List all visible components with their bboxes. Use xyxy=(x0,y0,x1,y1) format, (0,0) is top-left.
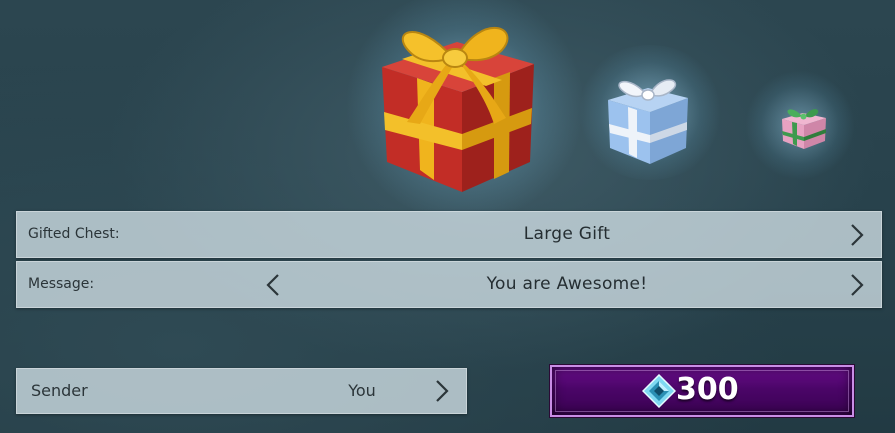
large-gift-icon[interactable] xyxy=(362,12,547,197)
gifted-chest-value: Large Gift xyxy=(523,224,611,244)
chevron-right-icon[interactable] xyxy=(845,223,867,247)
small-gift-icon[interactable] xyxy=(778,105,830,151)
message-selector: Message: You are Awesome! xyxy=(16,261,882,308)
chevron-right-icon[interactable] xyxy=(845,273,867,297)
chevron-left-icon[interactable] xyxy=(263,273,285,297)
buy-button[interactable]: 300 xyxy=(550,365,854,417)
gifted-chest-label: Gifted Chest: xyxy=(28,226,120,242)
message-value: You are Awesome! xyxy=(486,274,648,294)
chevron-right-icon[interactable] xyxy=(430,379,452,403)
gifted-chest-selector: Gifted Chest: Large Gift xyxy=(16,211,882,258)
medium-gift-icon[interactable] xyxy=(600,72,695,167)
message-label: Message: xyxy=(28,276,95,292)
sender-value: You xyxy=(348,381,376,400)
sender-selector[interactable]: Sender You xyxy=(16,368,467,414)
crystal-icon xyxy=(641,373,677,412)
sender-label: Sender xyxy=(31,381,88,400)
price-value: 300 xyxy=(676,372,739,407)
